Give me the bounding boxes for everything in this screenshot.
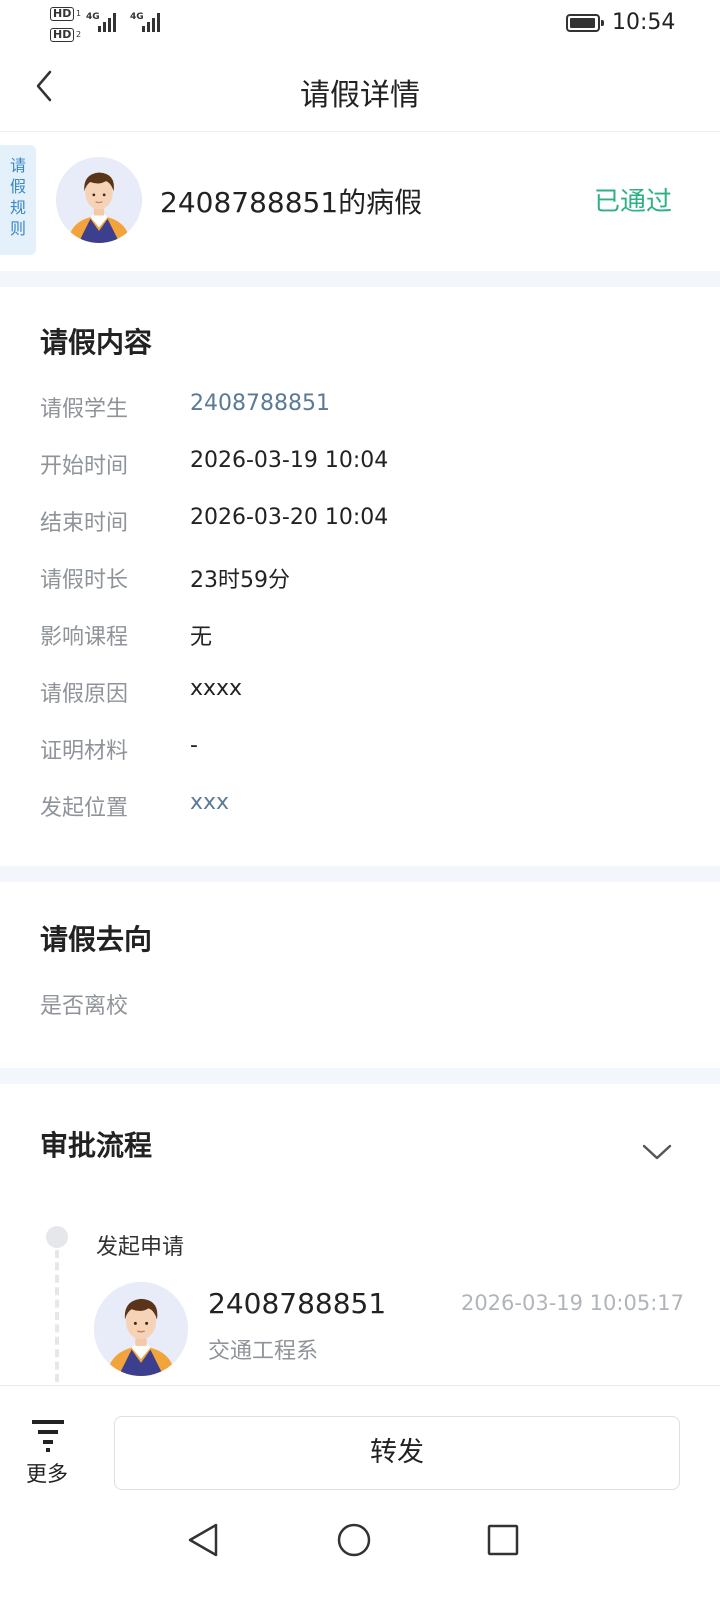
page-title: 请假详情 bbox=[300, 78, 420, 113]
field-label-end: 结束时间 bbox=[40, 511, 129, 536]
avatar bbox=[94, 1282, 188, 1376]
approver-department: 交通工程系 bbox=[208, 1339, 319, 1364]
leave-rules-tab[interactable]: 请 假 规 则 bbox=[0, 145, 36, 255]
approval-timestamp: 2026-03-19 10:05:17 bbox=[460, 1291, 684, 1315]
chevron-down-icon[interactable] bbox=[640, 1140, 674, 1164]
rules-tab-char: 请 bbox=[9, 156, 26, 175]
back-triangle-icon[interactable] bbox=[186, 1522, 220, 1558]
section-divider bbox=[0, 1068, 720, 1084]
field-label-courses: 影响课程 bbox=[40, 625, 129, 650]
field-value-student[interactable]: 2408788851 bbox=[190, 391, 330, 416]
field-value-start: 2026-03-19 10:04 bbox=[190, 448, 389, 473]
leave-title: 2408788851的病假 bbox=[160, 186, 423, 219]
status-badge: 已通过 bbox=[593, 187, 672, 217]
approver-avatar-icon bbox=[94, 1282, 188, 1376]
section-title: 请假去向 bbox=[40, 923, 153, 956]
field-value-end: 2026-03-20 10:04 bbox=[190, 505, 389, 530]
step-label: 发起申请 bbox=[96, 1235, 185, 1260]
section-divider bbox=[0, 271, 720, 287]
field-label-location: 发起位置 bbox=[40, 796, 129, 821]
field-label-student: 请假学生 bbox=[40, 397, 129, 422]
field-label-proof: 证明材料 bbox=[40, 739, 129, 764]
student-avatar-icon bbox=[56, 157, 142, 243]
timeline-dot bbox=[46, 1226, 68, 1248]
filter-icon bbox=[32, 1420, 64, 1452]
status-bar: HD 1 HD 2 4G 4G 10:54 bbox=[0, 0, 720, 48]
more-button[interactable]: 更多 bbox=[22, 1418, 78, 1486]
signal1-icon bbox=[98, 12, 116, 32]
field-value-reason: xxxx bbox=[190, 676, 243, 701]
field-value-courses: 无 bbox=[190, 625, 213, 650]
home-circle-icon[interactable] bbox=[336, 1522, 372, 1558]
field-value-duration: 23时59分 bbox=[190, 568, 290, 593]
battery-level bbox=[570, 18, 595, 28]
field-label-duration: 请假时长 bbox=[40, 568, 129, 593]
leave-school-label: 是否离校 bbox=[40, 994, 129, 1019]
sim2-slot: 2 bbox=[76, 30, 82, 39]
avatar bbox=[56, 157, 142, 243]
rules-tab-char: 假 bbox=[9, 177, 26, 196]
section-title: 审批流程 bbox=[40, 1129, 153, 1162]
field-value-location[interactable]: xxx bbox=[190, 790, 229, 815]
bottom-action-bar: 更多 转发 bbox=[0, 1385, 720, 1500]
field-label-start: 开始时间 bbox=[40, 454, 129, 479]
rules-tab-char: 规 bbox=[9, 198, 26, 217]
section-title: 请假内容 bbox=[40, 326, 153, 359]
battery-icon bbox=[566, 14, 604, 32]
sim2-hd-badge: HD bbox=[50, 28, 75, 42]
system-nav-bar bbox=[0, 1500, 720, 1600]
field-label-reason: 请假原因 bbox=[40, 682, 129, 707]
recents-square-icon[interactable] bbox=[486, 1522, 520, 1558]
timeline-line bbox=[55, 1250, 59, 1382]
leave-header-card: 请 假 规 则 2408788851的病假 已通过 bbox=[0, 133, 720, 271]
signal2-icon bbox=[142, 12, 160, 32]
signal-group: HD 1 HD 2 4G 4G bbox=[48, 6, 178, 46]
more-label: 更多 bbox=[26, 1462, 68, 1486]
sim1-hd-badge: HD bbox=[50, 7, 75, 21]
rules-tab-char: 则 bbox=[9, 219, 26, 238]
forward-button[interactable]: 转发 bbox=[114, 1416, 680, 1490]
nav-bar: 请假详情 bbox=[0, 50, 720, 132]
section-divider bbox=[0, 866, 720, 882]
field-value-proof: - bbox=[190, 733, 198, 758]
clock: 10:54 bbox=[612, 10, 676, 35]
approver-name: 2408788851 bbox=[208, 1287, 387, 1320]
sim1-slot: 1 bbox=[76, 9, 82, 18]
